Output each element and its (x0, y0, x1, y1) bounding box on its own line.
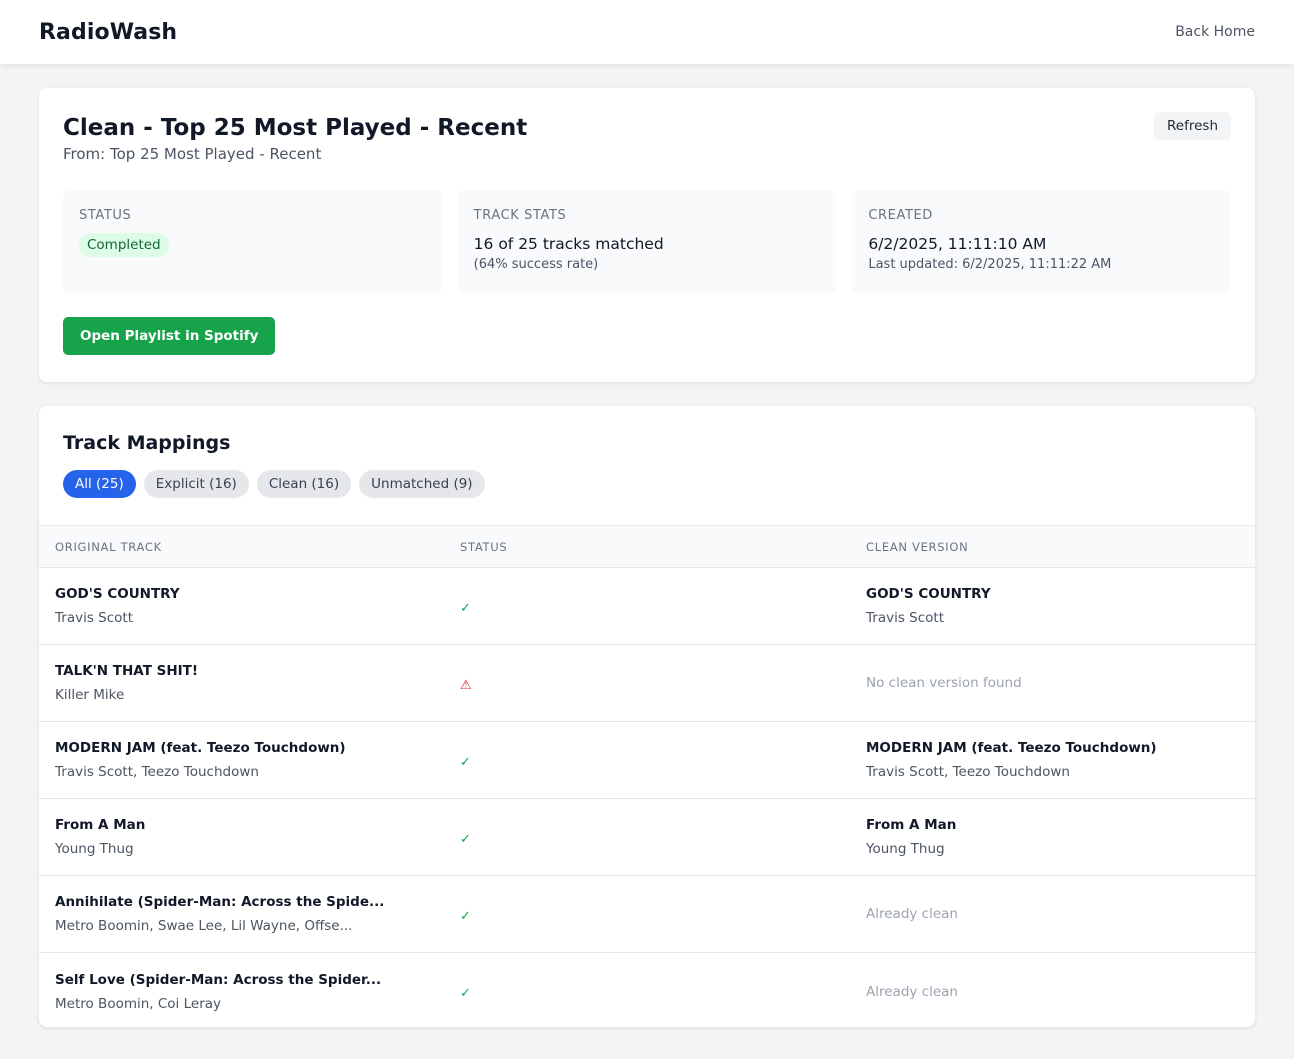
success-rate-text: (64% success rate) (473, 257, 599, 272)
track-artist: Travis Scott, Teezo Touchdown (55, 764, 259, 780)
column-clean-version: Clean Version (866, 539, 969, 554)
track-title: TALK'N THAT SHIT! (55, 663, 199, 679)
playlist-summary-card: Clean - Top 25 Most Played - Recent From… (39, 88, 1255, 382)
check-icon: ✓ (460, 908, 471, 924)
check-icon: ✓ (460, 754, 471, 770)
filter-all[interactable]: All (25) (63, 470, 136, 498)
table-row: Self Love (Spider-Man: Across the Spider… (39, 953, 1255, 1027)
status-cell: ⚠ (444, 674, 850, 693)
check-icon: ✓ (460, 986, 471, 1001)
open-in-spotify-button[interactable]: Open Playlist in Spotify (63, 317, 276, 355)
table-row: GOD'S COUNTRY Travis Scott ✓ GOD'S COUNT… (39, 568, 1255, 645)
clean-version-cell: Already clean (850, 984, 1255, 1000)
status-cell: ✓ (444, 597, 850, 616)
track-title: MODERN JAM (feat. Teezo Touchdown) (55, 740, 346, 756)
table-body: GOD'S COUNTRY Travis Scott ✓ GOD'S COUNT… (39, 568, 1255, 1027)
no-clean-version-text: No clean version found (866, 675, 1022, 691)
original-track-cell: MODERN JAM (feat. Teezo Touchdown) Travi… (39, 740, 444, 780)
already-clean-text: Already clean (866, 906, 958, 922)
track-title: Self Love (Spider-Man: Across the Spider… (55, 971, 382, 988)
filter-explicit[interactable]: Explicit (16) (143, 470, 249, 498)
status-cell: ✓ (444, 828, 850, 847)
column-original-track: Original Track (55, 539, 162, 554)
track-artist: Travis Scott (55, 610, 133, 626)
created-timestamp: 6/2/2025, 11:11:10 AM (868, 235, 1047, 253)
top-nav: RadioWash Back Home (0, 0, 1294, 64)
status-cell: ✓ (444, 751, 850, 770)
page-title: Clean - Top 25 Most Played - Recent (63, 115, 528, 141)
track-stats-card: Track Stats 16 of 25 tracks matched (64%… (457, 190, 837, 293)
original-track-cell: Self Love (Spider-Man: Across the Spider… (39, 972, 444, 1012)
last-updated-text: Last updated: 6/2/2025, 11:11:22 AM (868, 257, 1112, 272)
filter-tabs: All (25) Explicit (16) Clean (16) Unmatc… (63, 470, 1231, 498)
track-stats-label: Track Stats (473, 208, 567, 223)
clean-track-artist: Young Thug (866, 841, 945, 857)
clean-track-artist: Travis Scott, Teezo Touchdown (866, 764, 1070, 780)
table-row: From A Man Young Thug ✓ From A Man Young… (39, 799, 1255, 876)
track-artist: Young Thug (55, 841, 134, 857)
source-playlist-subtitle: From: Top 25 Most Played - Recent (63, 145, 322, 163)
status-badge: Completed (79, 233, 169, 257)
track-title: From A Man (55, 817, 146, 833)
warning-icon: ⚠ (460, 677, 472, 693)
check-icon: ✓ (460, 831, 471, 847)
refresh-button[interactable]: Refresh (1154, 112, 1231, 140)
clean-version-cell: Already clean (850, 906, 1255, 922)
clean-version-cell: MODERN JAM (feat. Teezo Touchdown) Travi… (850, 740, 1255, 780)
track-artist: Killer Mike (55, 687, 125, 703)
stats-row: Status Completed Track Stats 16 of 25 tr… (63, 190, 1232, 293)
clean-track-title: GOD'S COUNTRY (866, 586, 991, 602)
column-status: Status (460, 539, 508, 554)
table-row: Annihilate (Spider-Man: Across the Spide… (39, 876, 1255, 953)
track-mappings-header: Track Mappings All (25) Explicit (16) Cl… (39, 406, 1255, 526)
original-track-cell: TALK'N THAT SHIT! Killer Mike (39, 663, 444, 703)
check-icon: ✓ (460, 600, 471, 616)
status-cell: ✓ (444, 982, 850, 1001)
clean-track-title: MODERN JAM (feat. Teezo Touchdown) (866, 740, 1157, 756)
track-artist: Metro Boomin, Swae Lee, Lil Wayne, Offse… (55, 918, 353, 934)
track-artist: Metro Boomin, Coi Leray (55, 995, 222, 1012)
table-row: MODERN JAM (feat. Teezo Touchdown) Travi… (39, 722, 1255, 799)
table-row: TALK'N THAT SHIT! Killer Mike ⚠ No clean… (39, 645, 1255, 722)
created-stat-card: Created 6/2/2025, 11:11:10 AM Last updat… (852, 190, 1232, 293)
track-title: Annihilate (Spider-Man: Across the Spide… (55, 894, 385, 910)
section-title: Track Mappings (63, 432, 231, 454)
original-track-cell: From A Man Young Thug (39, 817, 444, 857)
original-track-cell: Annihilate (Spider-Man: Across the Spide… (39, 894, 444, 934)
already-clean-text: Already clean (866, 983, 958, 1000)
track-title: GOD'S COUNTRY (55, 586, 180, 602)
clean-track-title: From A Man (866, 817, 957, 833)
status-stat-label: Status (79, 208, 132, 223)
track-stats-value: 16 of 25 tracks matched (473, 235, 664, 253)
table-header: Original Track Status Clean Version (39, 526, 1255, 568)
original-track-cell: GOD'S COUNTRY Travis Scott (39, 586, 444, 626)
filter-clean[interactable]: Clean (16) (256, 470, 352, 498)
back-home-link[interactable]: Back Home (1175, 24, 1255, 40)
status-stat-card: Status Completed (63, 190, 442, 293)
filter-unmatched[interactable]: Unmatched (9) (359, 470, 485, 498)
clean-version-cell: No clean version found (850, 675, 1255, 691)
brand-logo[interactable]: RadioWash (39, 20, 177, 45)
clean-version-cell: From A Man Young Thug (850, 817, 1255, 857)
clean-version-cell: GOD'S COUNTRY Travis Scott (850, 586, 1255, 626)
status-cell: ✓ (444, 905, 850, 924)
clean-track-artist: Travis Scott (866, 610, 944, 626)
track-mappings-card: Track Mappings All (25) Explicit (16) Cl… (39, 406, 1255, 1027)
created-label: Created (868, 208, 933, 223)
